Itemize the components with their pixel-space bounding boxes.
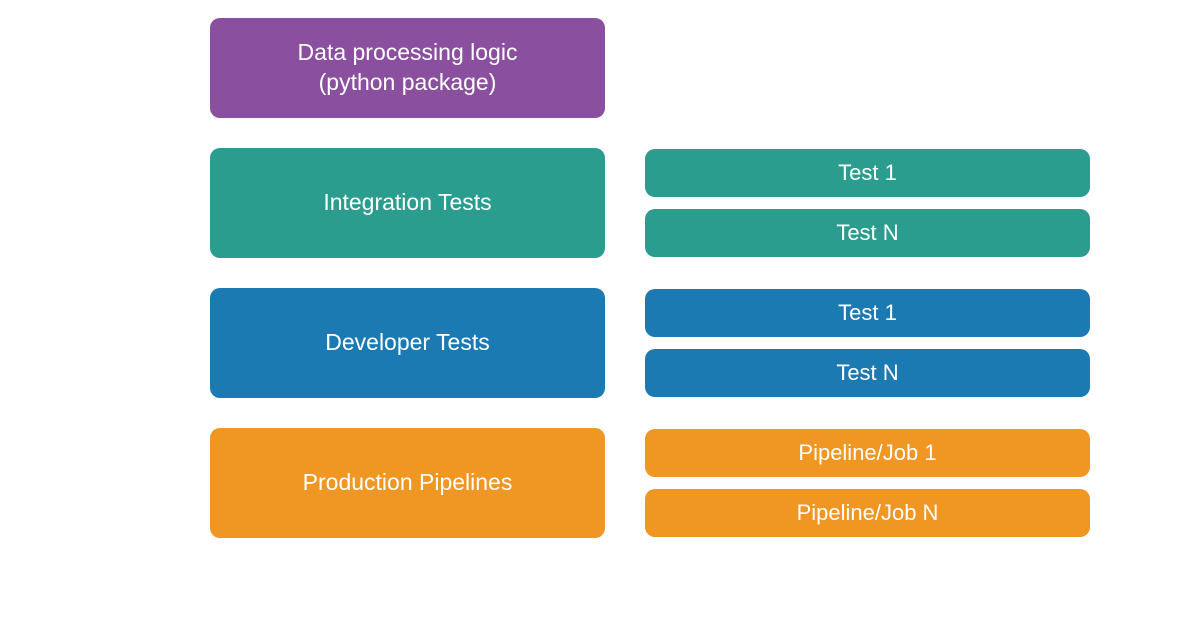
box-test-1: Test 1: [645, 289, 1090, 337]
box-label: Pipeline/Job 1: [798, 440, 936, 466]
box-test-n: Test N: [645, 209, 1090, 257]
production-pipelines-items: Pipeline/Job 1 Pipeline/Job N: [645, 428, 1090, 538]
box-test-n: Test N: [645, 349, 1090, 397]
diagram-row-production-pipelines: Production Pipelines Pipeline/Job 1 Pipe…: [210, 428, 1090, 538]
box-test-1: Test 1: [645, 149, 1090, 197]
box-label: Test 1: [838, 300, 897, 326]
box-label: Test N: [836, 360, 898, 386]
diagram-row-data-processing: Data processing logic(python package): [210, 18, 1090, 118]
box-label: Production Pipelines: [303, 468, 513, 498]
box-label: Data processing logic(python package): [298, 38, 518, 98]
box-production-pipelines: Production Pipelines: [210, 428, 605, 538]
box-pipeline-job-1: Pipeline/Job 1: [645, 429, 1090, 477]
box-integration-tests: Integration Tests: [210, 148, 605, 258]
developer-tests-items: Test 1 Test N: [645, 288, 1090, 398]
diagram-row-developer-tests: Developer Tests Test 1 Test N: [210, 288, 1090, 398]
box-label: Test 1: [838, 160, 897, 186]
diagram-row-integration-tests: Integration Tests Test 1 Test N: [210, 148, 1090, 258]
integration-tests-items: Test 1 Test N: [645, 148, 1090, 258]
diagram-canvas: Data processing logic(python package) In…: [210, 18, 1090, 568]
box-label: Pipeline/Job N: [797, 500, 939, 526]
box-pipeline-job-n: Pipeline/Job N: [645, 489, 1090, 537]
box-data-processing-logic: Data processing logic(python package): [210, 18, 605, 118]
box-developer-tests: Developer Tests: [210, 288, 605, 398]
box-label: Integration Tests: [323, 188, 491, 218]
box-label: Test N: [836, 220, 898, 246]
box-label: Developer Tests: [325, 328, 490, 358]
